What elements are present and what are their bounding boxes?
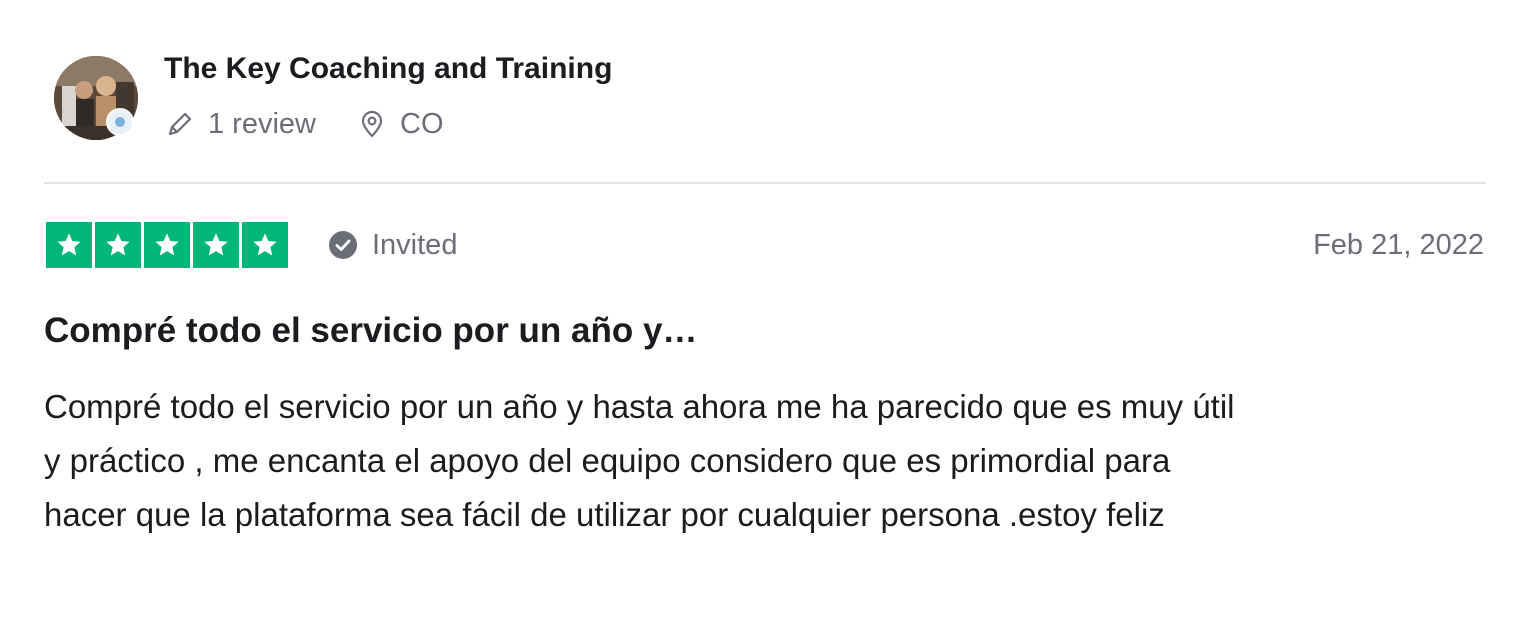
review-body-line: y práctico , me encanta el apoyo del equ…	[44, 442, 1171, 479]
star-icon	[242, 222, 288, 268]
review-title[interactable]: Compré todo el servicio por un año y…	[44, 308, 697, 354]
review-count: 1 review	[164, 108, 316, 141]
reviewer-meta: 1 review CO	[164, 104, 444, 144]
avatar-badge	[106, 108, 134, 136]
check-circle-icon	[328, 230, 358, 260]
star-rating	[46, 222, 288, 268]
review-date: Feb 21, 2022	[1313, 229, 1484, 261]
star-icon	[95, 222, 141, 268]
review-body-line: hacer que la plataforma sea fácil de uti…	[44, 496, 1165, 533]
review-count-label: 1 review	[208, 107, 316, 140]
invited-label: Invited	[372, 228, 458, 261]
review-card: The Key Coaching and Training 1 review C…	[0, 0, 1540, 626]
pencil-icon	[164, 108, 196, 140]
reviewer-name[interactable]: The Key Coaching and Training	[164, 50, 612, 88]
review-body: Compré todo el servicio por un año y has…	[44, 380, 1484, 542]
reviewer-location: CO	[356, 108, 444, 141]
star-icon	[193, 222, 239, 268]
location-pin-icon	[356, 108, 388, 140]
star-icon	[46, 222, 92, 268]
location-label: CO	[400, 107, 444, 140]
star-icon	[144, 222, 190, 268]
review-body-line: Compré todo el servicio por un año y has…	[44, 388, 1235, 425]
divider	[44, 182, 1486, 184]
invited-badge[interactable]: Invited	[328, 224, 457, 266]
